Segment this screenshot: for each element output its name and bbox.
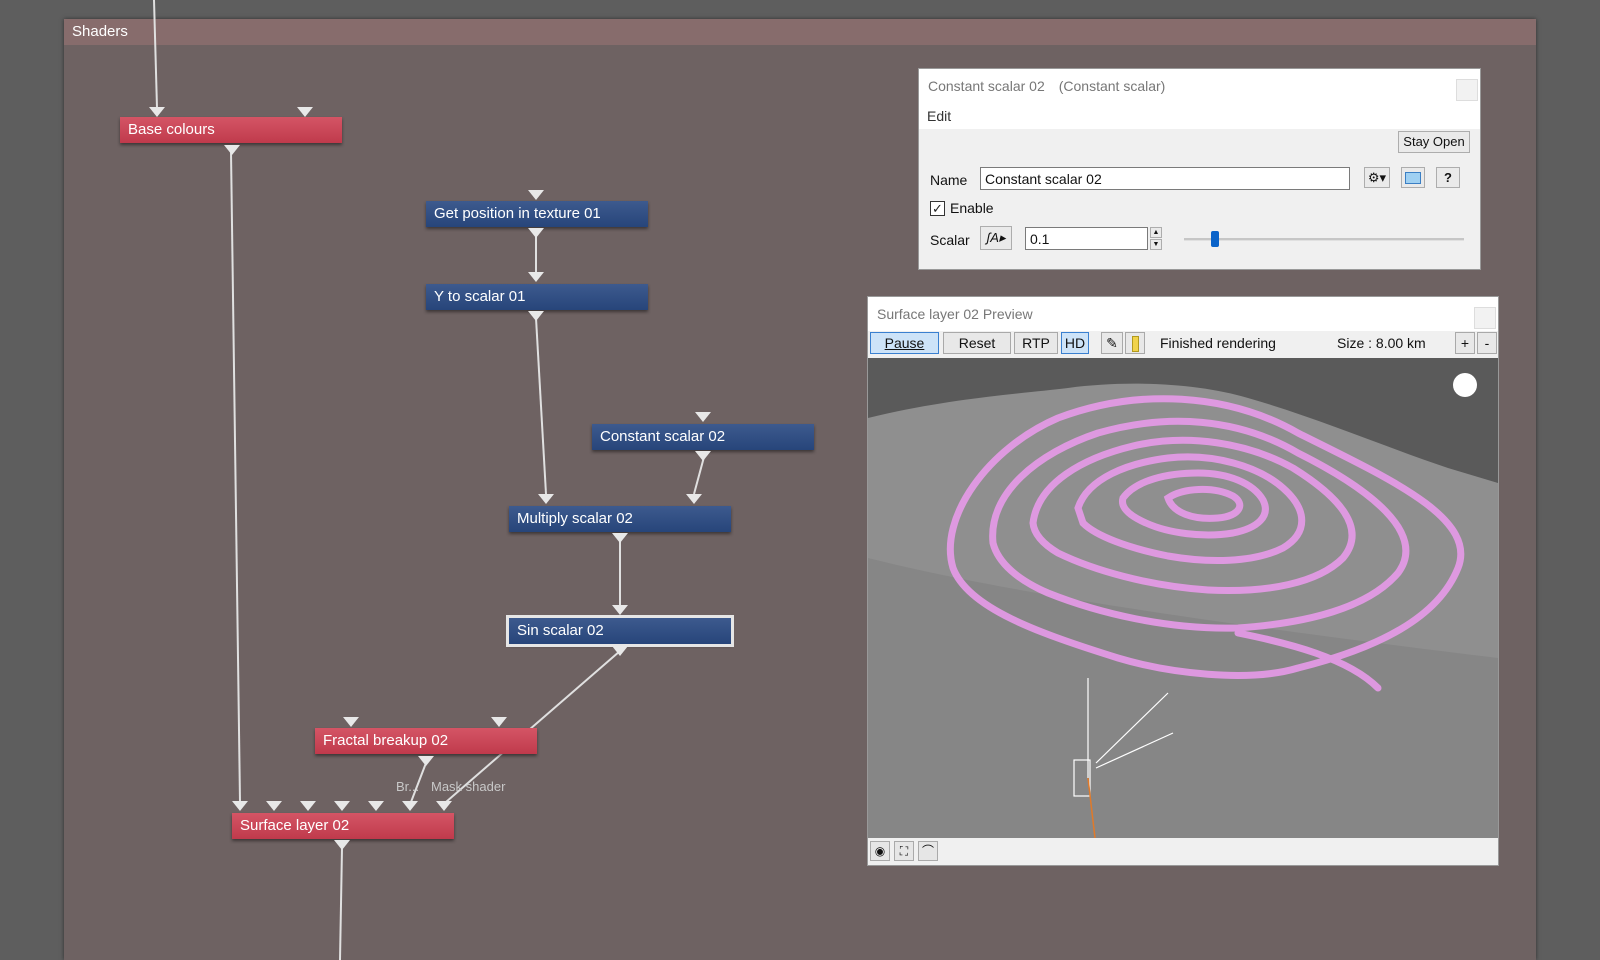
close-icon[interactable]: [1456, 79, 1478, 101]
stay-open-button[interactable]: Stay Open: [1398, 131, 1470, 153]
enable-checkbox[interactable]: ✓: [930, 201, 945, 216]
input-port-icon[interactable]: [232, 801, 248, 811]
zoom-out-button[interactable]: -: [1477, 332, 1497, 354]
output-port-icon[interactable]: [612, 646, 628, 656]
curve-icon[interactable]: ⌒: [918, 841, 938, 861]
input-port-icon[interactable]: [402, 801, 418, 811]
scalar-slider-thumb[interactable]: [1210, 231, 1219, 247]
input-port-icon[interactable]: [297, 107, 313, 117]
menu-edit[interactable]: Edit: [919, 103, 1480, 129]
scalar-value-input[interactable]: [1025, 227, 1148, 250]
name-input[interactable]: [980, 167, 1350, 190]
node-properties-dialog: Constant scalar 02 (Constant scalar) Edit…: [918, 68, 1481, 270]
node-base-colours[interactable]: Base colours: [120, 117, 342, 143]
node-sin-scalar[interactable]: Sin scalar 02: [506, 615, 734, 647]
render-viewport[interactable]: [868, 358, 1498, 838]
preview-window: Surface layer 02 Preview Pause Reset RTP…: [867, 296, 1499, 866]
preview-toolbar: Pause Reset RTP HD ✎ Finished rendering …: [868, 331, 1498, 357]
name-label: Name: [930, 172, 968, 188]
input-port-icon[interactable]: [491, 717, 507, 727]
preview-size: Size : 8.00 km: [1337, 335, 1426, 351]
node-get-position-in-texture[interactable]: Get position in texture 01: [426, 201, 648, 227]
close-icon[interactable]: [1474, 307, 1496, 329]
dialog-subtitle: (Constant scalar): [1058, 78, 1166, 94]
rendered-terrain-image: [868, 358, 1498, 838]
input-port-icon[interactable]: [343, 717, 359, 727]
input-port-icon[interactable]: [686, 494, 702, 504]
output-port-icon[interactable]: [695, 451, 711, 461]
preview-window-icon[interactable]: [1401, 167, 1425, 188]
node-constant-scalar[interactable]: Constant scalar 02: [592, 424, 814, 450]
input-port-icon[interactable]: [368, 801, 384, 811]
output-port-icon[interactable]: [528, 311, 544, 321]
input-port-icon[interactable]: [149, 107, 165, 117]
exposure-icon[interactable]: [1125, 332, 1145, 354]
output-port-icon[interactable]: [334, 840, 350, 850]
port-label-mask-shader: Mask shader: [431, 779, 506, 794]
input-port-icon[interactable]: [266, 801, 282, 811]
input-port-icon[interactable]: [300, 801, 316, 811]
dialog-titlebar[interactable]: Constant scalar 02 (Constant scalar): [919, 69, 1480, 103]
input-port-icon[interactable]: [538, 494, 554, 504]
pause-button[interactable]: Pause: [870, 332, 939, 354]
node-surface-layer[interactable]: Surface layer 02: [232, 813, 454, 839]
output-port-icon[interactable]: [528, 228, 544, 238]
shaders-panel-title: Shaders: [64, 19, 1536, 45]
port-label-breakup: Br...: [396, 779, 420, 794]
input-port-icon[interactable]: [528, 272, 544, 282]
spin-up-icon[interactable]: ▲: [1150, 227, 1162, 238]
render-status: Finished rendering: [1160, 335, 1276, 351]
spin-down-icon[interactable]: ▼: [1150, 239, 1162, 250]
node-multiply-scalar[interactable]: Multiply scalar 02: [509, 506, 731, 532]
output-port-icon[interactable]: [418, 756, 434, 766]
hd-button[interactable]: HD: [1061, 332, 1089, 354]
scalar-slider-track[interactable]: [1184, 238, 1464, 241]
node-fractal-breakup[interactable]: Fractal breakup 02: [315, 728, 537, 754]
preview-bottom-bar: ◉ ⛶ ⌒: [868, 838, 1498, 865]
paint-brush-icon[interactable]: ✎: [1101, 332, 1123, 354]
help-button[interactable]: ?: [1436, 167, 1460, 188]
node-y-to-scalar[interactable]: Y to scalar 01: [426, 284, 648, 310]
output-port-icon[interactable]: [612, 533, 628, 543]
enable-label: Enable: [950, 200, 994, 216]
reset-button[interactable]: Reset: [943, 332, 1011, 354]
input-port-icon[interactable]: [334, 801, 350, 811]
zoom-in-button[interactable]: +: [1455, 332, 1475, 354]
function-menu-icon[interactable]: ʃA▸: [980, 226, 1012, 250]
output-port-icon[interactable]: [224, 145, 240, 155]
dialog-title: Constant scalar 02: [928, 78, 1045, 94]
input-port-icon[interactable]: [528, 190, 544, 200]
preview-title[interactable]: Surface layer 02 Preview: [868, 297, 1498, 331]
input-port-icon[interactable]: [612, 605, 628, 615]
scalar-label: Scalar: [930, 232, 970, 248]
rtp-button[interactable]: RTP: [1014, 332, 1058, 354]
frame-view-icon[interactable]: ⛶: [894, 841, 914, 861]
input-port-icon[interactable]: [695, 412, 711, 422]
input-port-icon[interactable]: [436, 801, 452, 811]
eye-icon[interactable]: ◉: [870, 841, 890, 861]
settings-gear-icon[interactable]: ⚙▾: [1364, 167, 1390, 188]
